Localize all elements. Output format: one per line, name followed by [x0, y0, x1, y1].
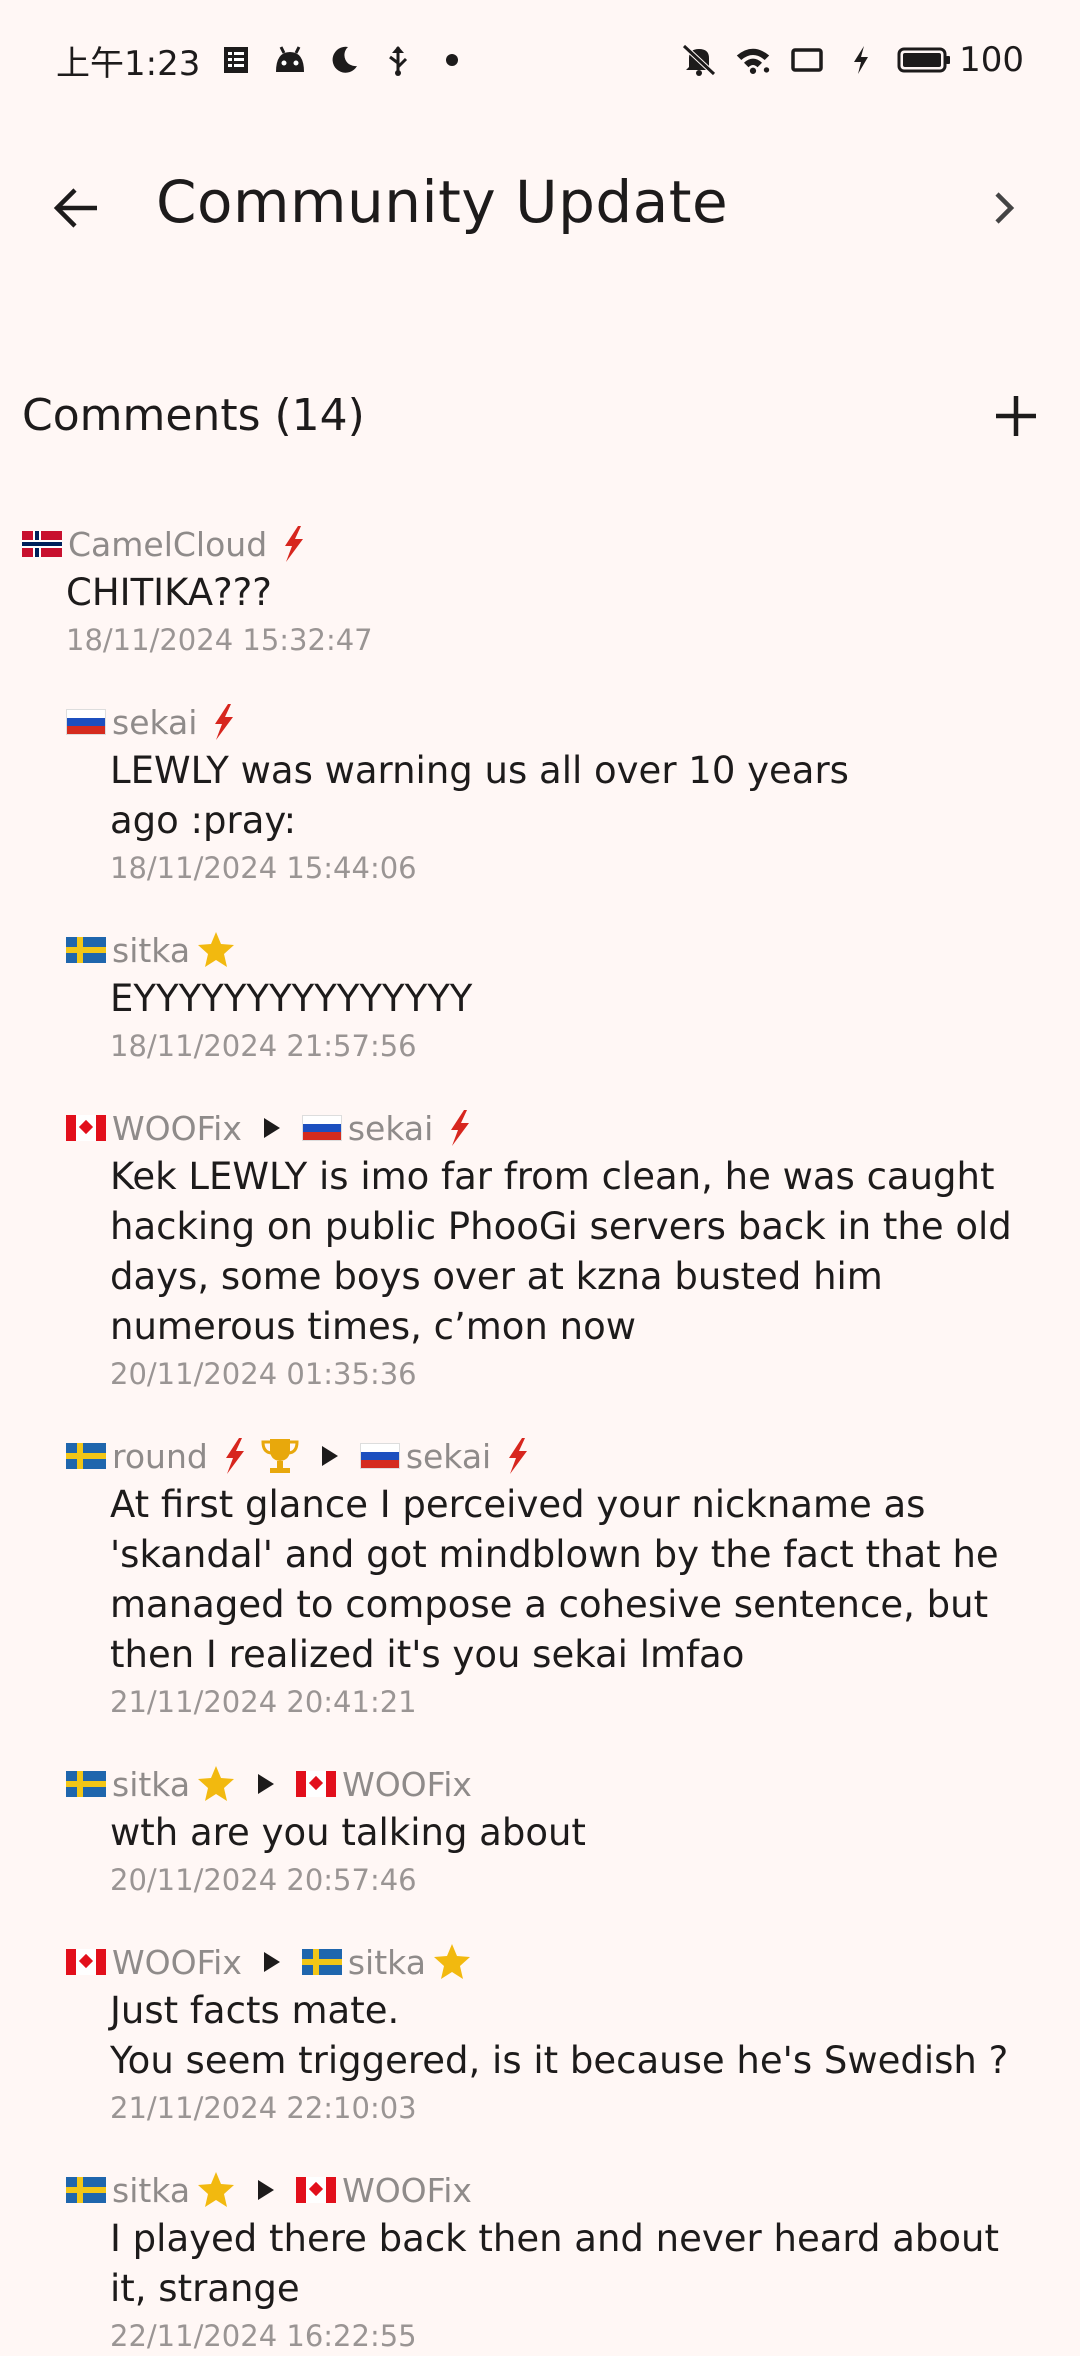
comment-text: wth are you talking about: [110, 1811, 586, 1854]
add-comment-button[interactable]: [980, 382, 1052, 454]
comment-text: LEWLY was warning us all over 10 years a…: [110, 749, 849, 842]
lightning-icon: [439, 1107, 479, 1149]
flag-sweden-icon: [66, 1443, 106, 1469]
comment-meta: WOOFix sitka: [66, 1938, 1026, 1986]
flag-canada-icon: [66, 1115, 106, 1141]
plus-icon: [994, 394, 1038, 442]
comment-meta: CamelCloud: [22, 520, 1052, 568]
flag-sweden-icon: [66, 1771, 106, 1797]
flag-russia-icon: [359, 1443, 400, 1469]
reply-arrow-icon: [300, 1445, 360, 1467]
comment-item[interactable]: WOOFix sekai Kek LEWLY is imo far from c…: [66, 1104, 1026, 1394]
flag-russia-icon: [301, 1115, 342, 1141]
flag-russia-icon: [66, 709, 106, 735]
comment-author[interactable]: sitka: [112, 1765, 190, 1804]
battery-icon: [897, 45, 951, 75]
flag-sweden-icon: [301, 1949, 342, 1975]
chevron-right-icon: [989, 188, 1019, 232]
mute-icon: [681, 42, 717, 78]
reply-arrow-icon: [242, 1117, 302, 1139]
flag-canada-icon: [66, 1949, 106, 1975]
reply-arrow-icon: [236, 1773, 296, 1795]
comment-meta: WOOFix sekai: [66, 1104, 1026, 1152]
reply-to-author[interactable]: sitka: [348, 1943, 426, 1982]
flag-norway-icon: [22, 531, 62, 557]
charging-icon: [843, 42, 879, 78]
comment-author[interactable]: sekai: [112, 703, 197, 742]
star-icon: [196, 1763, 236, 1805]
lightning-icon: [273, 523, 313, 565]
status-time: 上午1:23: [56, 43, 201, 84]
comment-author[interactable]: round: [112, 1437, 208, 1476]
reply-arrow-icon: [236, 2179, 296, 2201]
reply-to-author[interactable]: sekai: [348, 1109, 433, 1148]
comment-meta: round sekai: [66, 1432, 1026, 1480]
usb-icon: [380, 42, 416, 78]
arrow-left-icon: [51, 186, 101, 234]
dot-icon: [434, 42, 470, 78]
comment-text-line-1: Just facts mate.: [110, 1989, 400, 2032]
comment-item[interactable]: sitka EYYYYYYYYYYYYYYY 18/11/2024 21:57:…: [66, 926, 1026, 1066]
reply-to-author[interactable]: WOOFix: [342, 2171, 472, 2210]
reply-to-author[interactable]: sekai: [406, 1437, 491, 1476]
comment-time: 18/11/2024 15:44:06: [110, 851, 417, 885]
comments-title: Comments (14): [22, 390, 365, 441]
comment-meta: sekai: [66, 698, 1026, 746]
comment-item[interactable]: WOOFix sitka Just facts mate. You seem t…: [66, 1938, 1026, 2128]
reply-to-author[interactable]: WOOFix: [342, 1765, 472, 1804]
status-bar: 上午1:23 100: [0, 0, 1080, 120]
moon-icon: [326, 42, 362, 78]
comment-item[interactable]: sitka WOOFix I played there back then an…: [66, 2166, 1026, 2356]
comment-text: EYYYYYYYYYYYYYYY: [110, 977, 473, 1020]
comment-text: I played there back then and never heard…: [110, 2217, 999, 2310]
document-icon: [218, 42, 254, 78]
star-icon: [432, 1941, 472, 1983]
comments-header: Comments (14): [22, 380, 1052, 460]
comment-author[interactable]: sitka: [112, 2171, 190, 2210]
flag-canada-icon: [296, 2177, 337, 2203]
star-icon: [196, 929, 236, 971]
lightning-icon: [497, 1435, 537, 1477]
comment-text-line-2: You seem triggered, is it because he's S…: [110, 2039, 1009, 2082]
comment-time: 21/11/2024 22:10:03: [110, 2091, 417, 2125]
screen-icon: [789, 42, 825, 78]
comment-author[interactable]: WOOFix: [112, 1109, 242, 1148]
comment-text: Kek LEWLY is imo far from clean, he was …: [110, 1155, 1012, 1348]
flag-sweden-icon: [66, 2177, 106, 2203]
next-button[interactable]: [968, 174, 1040, 246]
trophy-icon: [260, 1435, 300, 1477]
comment-author[interactable]: WOOFix: [112, 1943, 242, 1982]
comment-author[interactable]: CamelCloud: [68, 525, 267, 564]
flag-sweden-icon: [66, 937, 106, 963]
comment-item[interactable]: CamelCloud CHITIKA??? 18/11/2024 15:32:4…: [22, 520, 1052, 660]
comment-time: 20/11/2024 20:57:46: [110, 1863, 417, 1897]
app-bar: Community Update: [0, 150, 1080, 270]
back-button[interactable]: [40, 174, 112, 246]
comment-time: 18/11/2024 15:32:47: [66, 623, 373, 657]
comment-item[interactable]: sitka WOOFix wth are you talking about 2…: [66, 1760, 1026, 1900]
comment-time: 20/11/2024 01:35:36: [110, 1357, 417, 1391]
lightning-icon: [214, 1435, 254, 1477]
comment-time: 21/11/2024 20:41:21: [110, 1685, 417, 1719]
comment-text: CHITIKA???: [66, 571, 272, 614]
flag-canada-icon: [296, 1771, 337, 1797]
battery-level: 100: [959, 40, 1024, 80]
page-title: Community Update: [156, 168, 729, 236]
comment-author[interactable]: sitka: [112, 931, 190, 970]
comment-time: 22/11/2024 16:22:55: [110, 2319, 417, 2353]
status-bar-right: 100: [681, 40, 1024, 80]
reply-arrow-icon: [242, 1951, 302, 1973]
comment-item[interactable]: round sekai At first glance I perceived …: [66, 1432, 1026, 1722]
android-icon: [272, 42, 308, 78]
comment-item[interactable]: sekai LEWLY was warning us all over 10 y…: [66, 698, 1026, 888]
status-bar-left: 上午1:23: [56, 36, 470, 85]
lightning-icon: [203, 701, 243, 743]
comment-time: 18/11/2024 21:57:56: [110, 1029, 417, 1063]
wifi-icon: [735, 42, 771, 78]
comment-meta: sitka: [66, 926, 1026, 974]
comment-meta: sitka WOOFix: [66, 2166, 1026, 2214]
star-icon: [196, 2169, 236, 2211]
comment-meta: sitka WOOFix: [66, 1760, 1026, 1808]
comment-text: At first glance I perceived your nicknam…: [110, 1483, 999, 1676]
